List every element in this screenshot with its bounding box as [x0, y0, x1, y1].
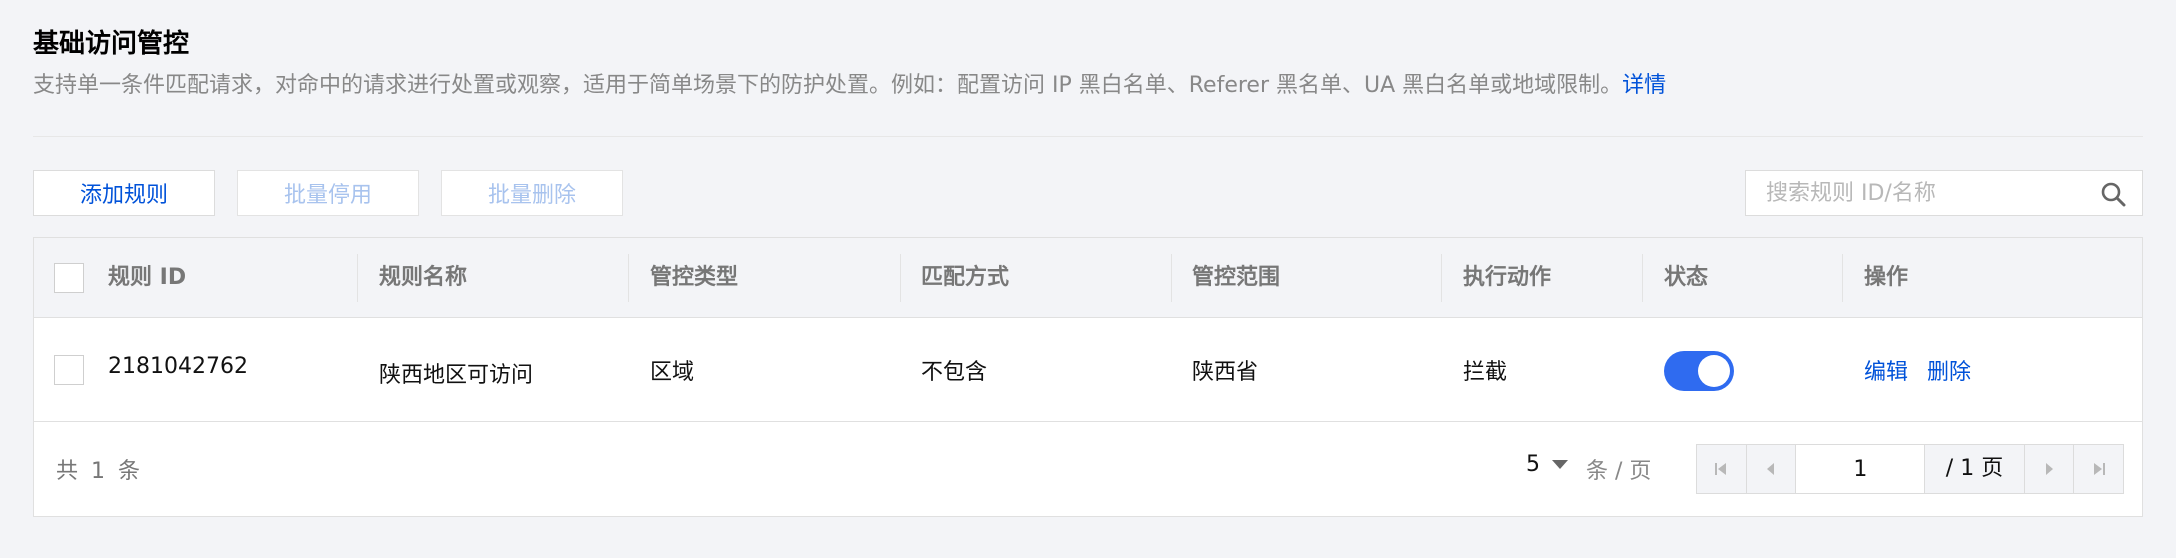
first-page-button[interactable] — [1697, 445, 1747, 493]
first-page-icon — [1715, 463, 1727, 475]
column-header-operations: 操作 — [1864, 265, 1909, 290]
column-header-control-type: 管控类型 — [650, 265, 739, 290]
last-page-icon — [2093, 463, 2105, 475]
status-toggle[interactable] — [1664, 351, 1734, 391]
divider — [33, 136, 2143, 137]
per-page-label: 条 / 页 — [1586, 459, 1652, 484]
add-rule-button[interactable]: 添加规则 — [33, 170, 215, 216]
next-page-button[interactable] — [2023, 445, 2074, 493]
rules-table: 规则 ID 规则名称 管控类型 匹配方式 管控范围 执行动作 状态 操作 218… — [33, 237, 2143, 517]
section-title: 基础访问管控 — [33, 29, 190, 59]
prev-page-button[interactable] — [1747, 445, 1797, 493]
next-page-icon — [2046, 463, 2053, 475]
search-input[interactable] — [1746, 179, 2098, 207]
search-icon[interactable] — [2100, 181, 2126, 207]
section-description: 支持单一条件匹配请求，对命中的请求进行处置或观察，适用于简单场景下的防护处置。例… — [33, 70, 1666, 102]
prev-page-icon — [1767, 463, 1774, 475]
last-page-button[interactable] — [2073, 445, 2123, 493]
column-divider — [1642, 254, 1643, 302]
edit-link[interactable]: 编辑 — [1864, 354, 1908, 386]
cell-scope: 陕西省 — [1192, 360, 1259, 385]
column-divider — [1842, 254, 1843, 302]
basic-access-control-page: 基础访问管控 支持单一条件匹配请求，对命中的请求进行处置或观察，适用于简单场景下… — [0, 0, 2176, 558]
column-header-rule-id: 规则 ID — [108, 265, 187, 290]
cell-control-type: 区域 — [650, 360, 695, 385]
column-divider — [628, 254, 629, 302]
search-box — [1745, 170, 2143, 216]
batch-disable-button[interactable]: 批量停用 — [237, 170, 419, 216]
table-footer: 共 1 条 5 条 / 页 / 1 — [34, 422, 2142, 516]
column-header-rule-name: 规则名称 — [379, 265, 468, 290]
cell-rule-name: 陕西地区可访问 — [379, 363, 534, 388]
cell-action: 拦截 — [1463, 360, 1508, 385]
detail-link[interactable]: 详情 — [1622, 73, 1666, 98]
table-row: 2181042762 陕西地区可访问 区域 不包含 陕西省 拦截 编辑 删除 — [34, 318, 2142, 422]
select-all-checkbox[interactable] — [54, 263, 84, 293]
column-divider — [1441, 254, 1442, 302]
cell-match-mode: 不包含 — [921, 360, 988, 385]
total-pages-label: / 1 页 — [1924, 445, 2023, 493]
total-count: 共 1 条 — [56, 459, 143, 484]
page-size-select[interactable]: 5 — [1526, 452, 1568, 477]
page-size-value: 5 — [1526, 452, 1540, 477]
column-divider — [900, 254, 901, 302]
description-text: 支持单一条件匹配请求，对命中的请求进行处置或观察，适用于简单场景下的防护处置。例… — [33, 73, 1623, 98]
column-header-match-mode: 匹配方式 — [921, 265, 1010, 290]
chevron-down-icon — [1552, 460, 1568, 469]
column-divider — [1171, 254, 1172, 302]
delete-link[interactable]: 删除 — [1927, 354, 1971, 386]
column-header-scope: 管控范围 — [1192, 265, 1281, 290]
current-page-input[interactable] — [1796, 445, 1925, 493]
table-header: 规则 ID 规则名称 管控类型 匹配方式 管控范围 执行动作 状态 操作 — [34, 238, 2142, 318]
batch-delete-button[interactable]: 批量删除 — [441, 170, 623, 216]
row-checkbox[interactable] — [54, 355, 84, 385]
cell-rule-id: 2181042762 — [108, 354, 248, 379]
column-header-action: 执行动作 — [1463, 265, 1552, 290]
toggle-knob — [1698, 355, 1730, 387]
column-header-status: 状态 — [1664, 265, 1709, 290]
pagination-controls: / 1 页 — [1696, 444, 2124, 494]
column-divider — [357, 254, 358, 302]
